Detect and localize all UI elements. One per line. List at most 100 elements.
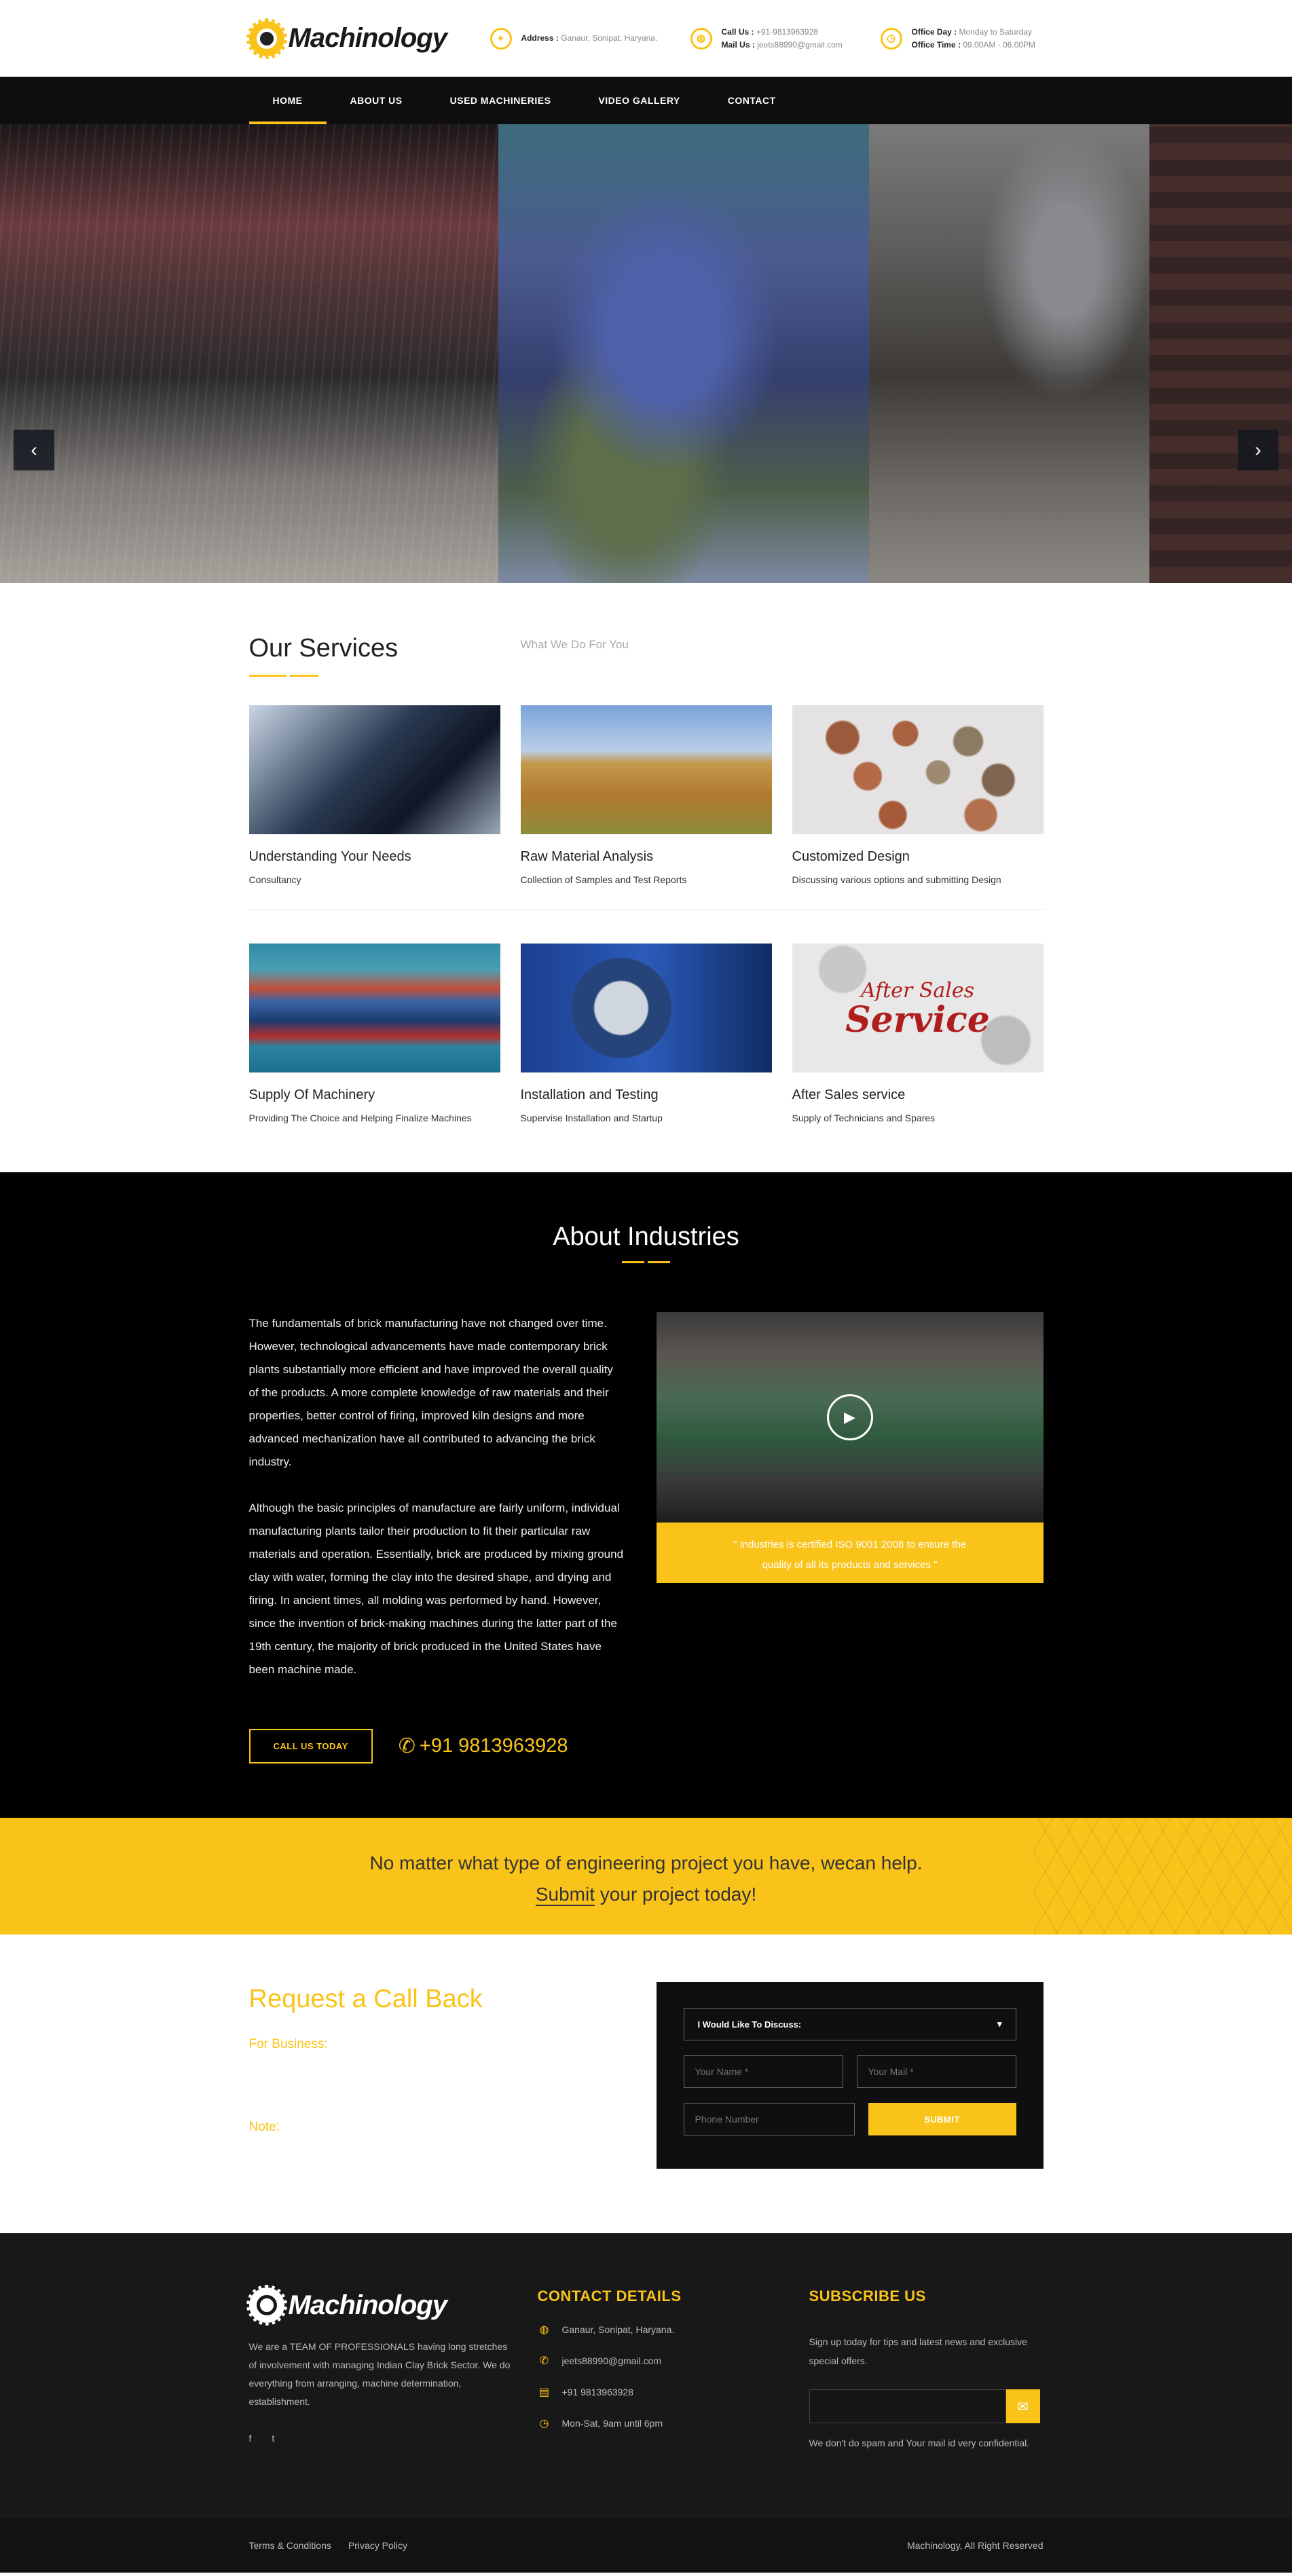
subscribe-title: SUBSCRIBE US (809, 2288, 926, 2304)
service-card[interactable]: Understanding Your Needs Consultancy (248, 705, 500, 885)
services-subtitle: What We Do For You (520, 638, 629, 651)
phone-input[interactable] (683, 2103, 855, 2135)
service-card[interactable]: Customized Design Discussing various opt… (792, 705, 1044, 885)
contact-item-email: ✆ jeets88990@gmail.com (538, 2354, 809, 2368)
caret-down-icon: ▾ (997, 2019, 1002, 2029)
slide-image-machine (498, 124, 869, 583)
service-card[interactable]: Supply Of Machinery Providing The Choice… (248, 944, 500, 1123)
callback-title: Request a Call Back (248, 1985, 483, 2013)
submit-link[interactable]: Submit (535, 1884, 595, 1906)
contact-details-title: CONTACT DETAILS (537, 2288, 682, 2304)
mail-icon[interactable]: ✉ (1005, 2389, 1040, 2423)
globe-icon: ◍ (690, 27, 712, 50)
hero-slider: ‹ › (0, 124, 1292, 583)
terms-link[interactable]: Terms & Conditions (249, 2540, 331, 2551)
nav-home[interactable]: HOME (248, 77, 327, 124)
address-label: Address : (521, 33, 559, 43)
bricks-image (792, 705, 1044, 834)
nav-video-gallery[interactable]: VIDEO GALLERY (574, 77, 703, 124)
slide-image-press (869, 124, 1149, 583)
slide-image-conveyor (0, 124, 498, 583)
subscribe-email-input[interactable] (809, 2389, 1006, 2423)
service-title: Raw Material Analysis (520, 849, 654, 864)
main-nav: HOME ABOUT US USED MACHINERIES VIDEO GAL… (0, 77, 1292, 124)
about-text: The fundamentals of brick manufacturing … (249, 1312, 624, 1681)
contact-phone[interactable]: +91 9813963928 (562, 2387, 634, 2397)
band-line-2-rest: your project today! (595, 1884, 757, 1905)
nav-used-machineries[interactable]: USED MACHINERIES (426, 77, 575, 124)
logo[interactable]: Machinology (246, 18, 490, 59)
name-input[interactable] (683, 2055, 843, 2088)
slider-next-button[interactable]: › (1238, 430, 1278, 470)
twitter-icon[interactable]: t (272, 2433, 274, 2444)
mail-input[interactable] (856, 2055, 1016, 2088)
services-divider (248, 909, 1044, 910)
service-title: Supply Of Machinery (248, 1087, 375, 1102)
contact-item-address: ◍ Ganaur, Sonipat, Haryana. (538, 2323, 809, 2336)
raw-material-image (520, 705, 772, 834)
services-section: Our Services What We Do For You Understa… (0, 583, 1292, 1123)
subscribe-form: ✉ (809, 2389, 1044, 2423)
video-thumbnail[interactable]: ▶ (656, 1312, 1044, 1523)
call-value[interactable]: +91-9813963928 (756, 27, 818, 37)
about-title: About Industries (553, 1222, 739, 1251)
contact-hours: Mon-Sat, 9am until 6pm (561, 2418, 663, 2429)
service-desc: Supervise Installation and Startup (520, 1113, 663, 1123)
subscribe-text: Sign up today for tips and latest news a… (809, 2336, 1027, 2366)
installation-image (520, 944, 772, 1072)
footer: Machinology We are a TEAM OF PROFESSIONA… (0, 2233, 1292, 2573)
discuss-select[interactable]: I Would Like To Discuss: ▾ (683, 2008, 1016, 2040)
social-links: f t (249, 2433, 511, 2444)
nav-about-us[interactable]: ABOUT US (327, 77, 426, 124)
slider-prev-button[interactable]: ‹ (14, 430, 54, 470)
nav-contact[interactable]: CONTACT (704, 77, 800, 124)
mail-value[interactable]: jeets88990@gmail.com (757, 40, 843, 50)
service-desc: Consultancy (248, 874, 301, 885)
footer-logo[interactable]: Machinology (246, 2285, 511, 2326)
cta-phone[interactable]: ✆ +91 9813963928 (399, 1734, 568, 1758)
service-desc: Collection of Samples and Test Reports (520, 874, 687, 885)
after-sales-image: After Sales Service (792, 944, 1044, 1072)
footer-bottom: Terms & Conditions Privacy Policy Machin… (0, 2518, 1292, 2573)
clock-icon: ◷ (880, 27, 902, 50)
phone-icon: ✆ (539, 2355, 549, 2367)
submit-button[interactable]: SUBMIT (868, 2103, 1016, 2135)
globe-icon: ◍ (539, 2324, 549, 2336)
office-time-label: Office Time : (911, 39, 961, 50)
top-header: Machinology ⌖ Address : Ganaur, Sonipat,… (0, 0, 1292, 77)
about-section: About Industries The fundamentals of bri… (0, 1172, 1292, 1818)
services-heading: Our Services (248, 634, 521, 678)
video-caption: " Industries is certified ISO 9001 2008 … (656, 1523, 1044, 1583)
callback-form: I Would Like To Discuss: ▾ SUBMIT (656, 1982, 1044, 2169)
service-card[interactable]: Installation and Testing Supervise Insta… (520, 944, 772, 1123)
cta-phone-number: +91 9813963928 (419, 1735, 568, 1757)
service-card[interactable]: Raw Material Analysis Collection of Samp… (520, 705, 772, 885)
clock-icon: ◷ (539, 2418, 549, 2429)
logo-text: Machinology (288, 23, 447, 53)
business-label: For Business: (248, 2037, 328, 2051)
note-label: Note: (248, 2120, 280, 2134)
contact-item-hours: ◷ Mon-Sat, 9am until 6pm (538, 2416, 809, 2430)
facebook-icon[interactable]: f (249, 2433, 252, 2444)
service-title: Installation and Testing (520, 1087, 659, 1102)
service-desc: Supply of Technicians and Spares (792, 1113, 936, 1123)
discuss-select-value: I Would Like To Discuss: (697, 2019, 802, 2030)
call-us-today-button[interactable]: CALL US TODAY (248, 1729, 373, 1763)
contact-item-phone: ▤ +91 9813963928 (538, 2385, 809, 2399)
contact-email[interactable]: jeets88990@gmail.com (562, 2355, 662, 2366)
cta-band: No matter what type of engineering proje… (0, 1818, 1292, 1935)
privacy-link[interactable]: Privacy Policy (348, 2540, 407, 2551)
office-time-value: 09.00AM - 06.00PM (963, 39, 1036, 50)
service-desc: Providing The Choice and Helping Finaliz… (248, 1113, 472, 1123)
footer-logo-text: Machinology (288, 2290, 447, 2320)
slide-image-bricks (1149, 124, 1292, 583)
callback-section: Request a Call Back For Business: Note: … (0, 1935, 1292, 2233)
gear-logo-icon (246, 2285, 287, 2326)
service-card[interactable]: After Sales Service After Sales service … (792, 944, 1044, 1123)
service-title: Customized Design (792, 849, 910, 864)
about-paragraph-2: Although the basic principles of manufac… (248, 1501, 624, 1676)
gear-logo-icon (246, 18, 287, 59)
play-icon[interactable]: ▶ (826, 1394, 873, 1440)
phone-icon: ✆ (398, 1735, 416, 1757)
office-day-label: Office Day : (911, 26, 957, 37)
